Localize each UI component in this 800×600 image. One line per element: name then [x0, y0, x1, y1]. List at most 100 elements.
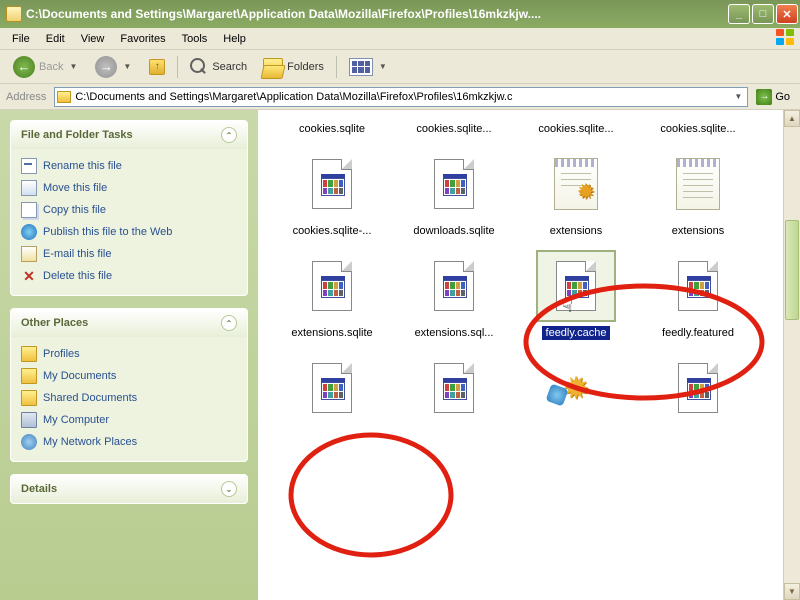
- minimize-button[interactable]: _: [728, 4, 750, 24]
- search-button[interactable]: Search: [183, 54, 254, 80]
- file-item[interactable]: downloads.sqlite: [396, 148, 512, 238]
- file-item[interactable]: [640, 352, 756, 430]
- file-item[interactable]: ✹: [518, 352, 634, 430]
- forward-arrow-icon: →: [95, 56, 117, 78]
- file-folder-tasks-panel: File and Folder Tasks ⌃ Rename this file…: [10, 120, 248, 296]
- generic-file-icon: [434, 261, 474, 311]
- collapse-icon[interactable]: ⌃: [221, 315, 237, 331]
- window-titlebar: C:\Documents and Settings\Margaret\Appli…: [0, 0, 800, 28]
- file-item[interactable]: cookies.sqlite: [274, 116, 390, 136]
- copy-icon: [21, 202, 37, 218]
- file-name: [694, 428, 702, 430]
- place-my-documents[interactable]: My Documents: [19, 365, 239, 387]
- generic-file-icon: [678, 261, 718, 311]
- place-network-places[interactable]: My Network Places: [19, 431, 239, 453]
- computer-icon: [21, 412, 37, 428]
- file-item[interactable]: extensions.sql...: [396, 250, 512, 340]
- collapse-icon[interactable]: ⌃: [221, 127, 237, 143]
- delete-x-icon: ✕: [21, 268, 37, 284]
- file-item[interactable]: [274, 352, 390, 430]
- panel-header[interactable]: Other Places ⌃: [11, 309, 247, 337]
- file-item[interactable]: extensions: [518, 148, 634, 238]
- file-item[interactable]: feedly.featured: [640, 250, 756, 340]
- task-rename-file[interactable]: Rename this file: [19, 155, 239, 177]
- folders-label: Folders: [287, 61, 324, 73]
- extension-gear-icon: ✹: [557, 369, 595, 407]
- navigation-toolbar: ← Back ▼ → ▼ ↑ Search Folders ▼: [0, 50, 800, 84]
- file-item[interactable]: extensions: [640, 148, 756, 238]
- maximize-button[interactable]: □: [752, 4, 774, 24]
- file-item[interactable]: cookies.sqlite...: [396, 116, 512, 136]
- file-name: extensions.sqlite: [287, 326, 376, 340]
- file-name: cookies.sqlite: [295, 122, 369, 136]
- view-mode-button[interactable]: ▼: [342, 54, 396, 80]
- file-item[interactable]: extensions.sqlite: [274, 250, 390, 340]
- close-button[interactable]: ✕: [776, 4, 798, 24]
- place-profiles[interactable]: Profiles: [19, 343, 239, 365]
- menu-edit[interactable]: Edit: [38, 31, 73, 47]
- back-label: Back: [39, 61, 63, 73]
- task-copy-file[interactable]: Copy this file: [19, 199, 239, 221]
- toolbar-separator: [177, 56, 178, 78]
- file-name: extensions.sql...: [411, 326, 498, 340]
- panel-title: Other Places: [21, 317, 88, 329]
- go-arrow-icon: →: [756, 89, 772, 105]
- other-places-panel: Other Places ⌃ Profiles My Documents Sha…: [10, 308, 248, 462]
- menu-favorites[interactable]: Favorites: [112, 31, 173, 47]
- back-dropdown-icon[interactable]: ▼: [67, 62, 79, 71]
- up-button[interactable]: ↑: [142, 55, 172, 79]
- generic-file-icon: [434, 159, 474, 209]
- tasks-sidebar: File and Folder Tasks ⌃ Rename this file…: [0, 110, 258, 600]
- scroll-thumb[interactable]: [785, 220, 799, 320]
- file-name: downloads.sqlite: [409, 224, 498, 238]
- file-name: extensions: [668, 224, 729, 238]
- forward-dropdown-icon[interactable]: ▼: [121, 62, 133, 71]
- file-name: [450, 428, 458, 430]
- menu-help[interactable]: Help: [215, 31, 254, 47]
- go-label: Go: [775, 91, 790, 103]
- back-button[interactable]: ← Back ▼: [6, 52, 86, 82]
- panel-header[interactable]: Details ⌄: [11, 475, 247, 503]
- file-item[interactable]: cookies.sqlite...: [518, 116, 634, 136]
- details-panel: Details ⌄: [10, 474, 248, 504]
- generic-file-icon: [678, 363, 718, 413]
- folder-icon: [21, 346, 37, 362]
- go-button[interactable]: → Go: [752, 87, 794, 107]
- file-item[interactable]: cookies.sqlite-...: [274, 148, 390, 238]
- notepad-gear-icon: [554, 158, 598, 210]
- menu-file[interactable]: File: [4, 31, 38, 47]
- place-shared-documents[interactable]: Shared Documents: [19, 387, 239, 409]
- view-dropdown-icon[interactable]: ▼: [377, 62, 389, 71]
- forward-button[interactable]: → ▼: [88, 52, 140, 82]
- task-move-file[interactable]: Move this file: [19, 177, 239, 199]
- menu-view[interactable]: View: [73, 31, 113, 47]
- folders-button[interactable]: Folders: [256, 54, 331, 80]
- folder-icon: [21, 368, 37, 384]
- file-name: cookies.sqlite...: [534, 122, 617, 136]
- move-icon: [21, 180, 37, 196]
- file-item[interactable]: [396, 352, 512, 430]
- file-list-pane[interactable]: cookies.sqlite cookies.sqlite... cookies…: [258, 110, 800, 600]
- address-dropdown-icon[interactable]: ▼: [731, 92, 745, 101]
- file-name: feedly.featured: [658, 326, 738, 340]
- file-item[interactable]: cookies.sqlite...: [640, 116, 756, 136]
- menu-tools[interactable]: Tools: [174, 31, 216, 47]
- generic-file-icon: [434, 363, 474, 413]
- task-delete-file[interactable]: ✕Delete this file: [19, 265, 239, 287]
- task-publish-web[interactable]: Publish this file to the Web: [19, 221, 239, 243]
- scroll-up-button[interactable]: ▲: [784, 110, 800, 127]
- file-item[interactable]: ☟ feedly.cache: [518, 250, 634, 340]
- folders-icon: [263, 58, 283, 76]
- address-field[interactable]: C:\Documents and Settings\Margaret\Appli…: [54, 87, 748, 107]
- place-my-computer[interactable]: My Computer: [19, 409, 239, 431]
- scroll-down-button[interactable]: ▼: [784, 583, 800, 600]
- vertical-scrollbar[interactable]: ▲ ▼: [783, 110, 800, 600]
- panel-header[interactable]: File and Folder Tasks ⌃: [11, 121, 247, 149]
- expand-icon[interactable]: ⌄: [221, 481, 237, 497]
- task-email-file[interactable]: E-mail this file: [19, 243, 239, 265]
- search-icon: [190, 58, 208, 76]
- address-bar: Address C:\Documents and Settings\Margar…: [0, 84, 800, 110]
- toolbar-separator: [336, 56, 337, 78]
- folder-icon: [21, 390, 37, 406]
- hand-cursor-icon: ☟: [562, 296, 573, 317]
